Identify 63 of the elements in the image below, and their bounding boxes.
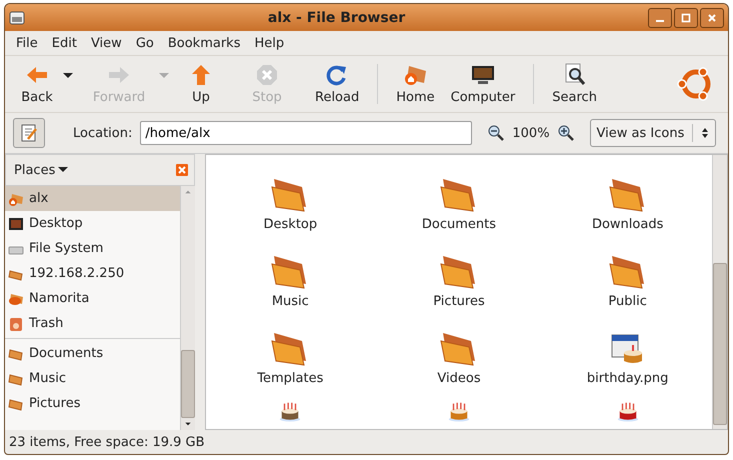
menu-item[interactable]: Edit [44,36,84,50]
scrollbar[interactable] [180,186,195,430]
menu-item[interactable]: Help [247,36,292,50]
file-name[interactable]: Videos [437,371,481,386]
file-name[interactable]: Templates [257,371,324,386]
menu-item[interactable]: Bookmarks [160,36,248,50]
caret-icon[interactable] [63,73,73,79]
menu-item[interactable]: Go [128,36,161,50]
file-name[interactable]: Public [608,294,647,309]
zoom-level: 100% [512,126,550,140]
toolbar-button[interactable]: Back [11,61,63,107]
edit-document-icon [19,123,39,143]
close-icon[interactable] [176,164,188,176]
place-item[interactable]: Namorita [5,286,180,311]
place-item[interactable]: 192.168.2.250 [5,261,180,286]
places-dropdown[interactable]: Places [12,162,70,178]
search-icon [562,63,587,87]
menu-item[interactable]: View [84,36,129,50]
close-button[interactable] [700,8,724,28]
scroll-thumb[interactable] [713,263,727,425]
file-name[interactable]: birthday.png [586,371,668,386]
scrollbar[interactable] [712,155,727,429]
scroll-thumb[interactable] [181,350,195,418]
home-folder-icon [403,63,428,87]
location-label: Location: [73,126,132,140]
maximize-icon [681,12,691,22]
place-item[interactable]: Trash [5,311,180,336]
maximize-button[interactable] [674,8,698,28]
place-item[interactable]: Desktop [5,211,180,236]
minimize-button[interactable] [648,8,672,28]
desktop-icon [8,216,24,232]
caret-icon [58,167,68,173]
scroll-down-icon[interactable] [184,422,192,426]
file-name[interactable]: Desktop [264,217,318,232]
zoom-in-icon[interactable] [558,125,574,141]
minimize-icon [656,20,664,22]
cabinet-icon [9,10,25,26]
place-item[interactable]: File System [5,236,180,261]
view-dropdown[interactable]: View as Icons [590,119,716,147]
close-icon [707,12,717,22]
toolbar-button[interactable]: Home [388,61,443,107]
toolbar-button[interactable]: Up [175,61,227,107]
place-item[interactable]: alx [5,186,180,211]
toolbar-button[interactable]: Search [544,61,605,107]
stop-icon [255,63,279,87]
status-text: 23 items, Free space: 19.9 GB [8,434,206,452]
place-item[interactable]: Music [5,366,180,391]
file-name[interactable]: Downloads [592,217,664,232]
edit-location-button[interactable] [13,118,45,148]
file-name[interactable]: Pictures [433,294,485,309]
menu-item[interactable]: File [9,36,45,50]
monitor-icon [470,63,495,87]
place-item[interactable]: Pictures [5,391,180,416]
location-field[interactable]: /home/alx [140,121,472,145]
toolbar-button[interactable]: Reload [307,61,368,107]
trash-icon [8,316,24,332]
place-item[interactable]: Documents [5,341,180,366]
up-down-arrows-icon [701,127,710,139]
toolbar-button[interactable]: Computer [442,61,524,107]
window-title: alx - File Browser [266,10,406,26]
file-name[interactable]: Documents [422,217,496,232]
file-name[interactable]: Music [272,294,309,309]
zoom-out-icon[interactable] [488,125,504,141]
